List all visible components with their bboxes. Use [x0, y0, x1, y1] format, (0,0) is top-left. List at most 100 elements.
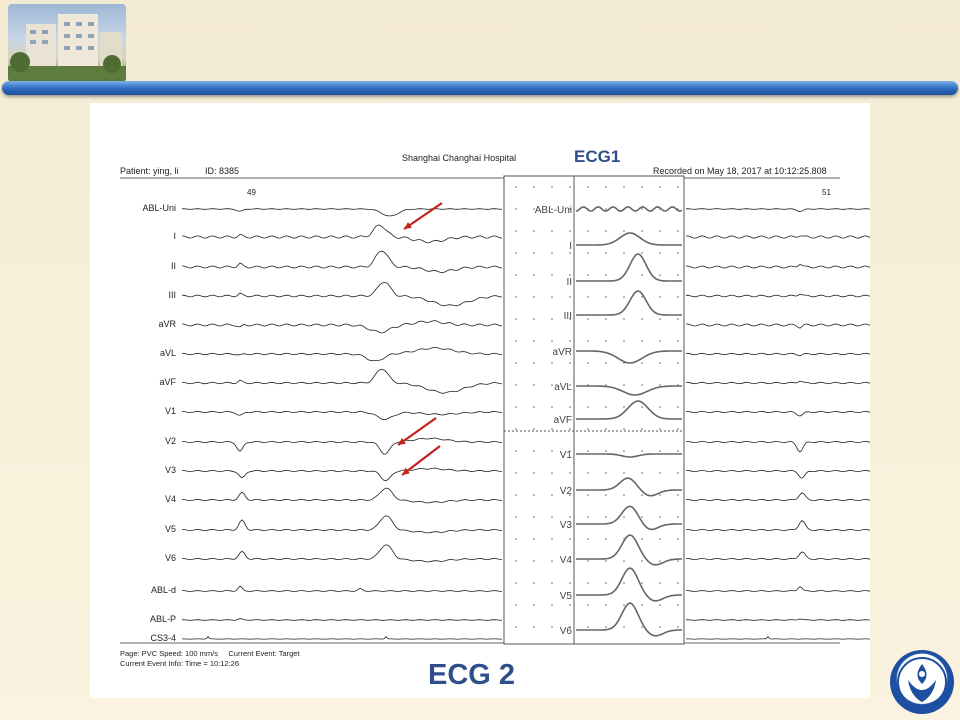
grid-dot — [515, 560, 517, 562]
inset-label-abl-uni: ABL-Uni — [535, 205, 572, 216]
ecg-panel: Patient: ying, li ID: 8385 Shanghai Chan… — [90, 103, 870, 698]
ecg-trace-right — [686, 551, 870, 561]
ecg2-title: ECG 2 — [428, 659, 516, 691]
grid-dot — [569, 604, 571, 606]
ecg-trace-main — [182, 515, 503, 534]
grid-dot — [605, 582, 607, 584]
grid-dot — [677, 186, 679, 188]
grid-dot — [533, 516, 535, 518]
grid-dot — [677, 274, 679, 276]
grid-dot — [605, 384, 607, 386]
grid-dot — [659, 230, 661, 232]
red-arrow-icon — [401, 445, 441, 476]
grid-dot — [569, 538, 571, 540]
grid-dot — [587, 274, 589, 276]
grid-dot — [605, 538, 607, 540]
ecg-trace-main — [181, 320, 503, 334]
inset-label-avf: aVF — [554, 415, 572, 426]
grid-dot — [533, 340, 535, 342]
grid-dot — [569, 428, 571, 430]
grid-dot — [533, 362, 535, 364]
grid-dot — [659, 362, 661, 364]
grid-dot — [515, 604, 517, 606]
inset-label-v6: V6 — [560, 626, 573, 637]
grid-dot — [533, 604, 535, 606]
grid-dot — [569, 362, 571, 364]
grid-dot — [551, 384, 553, 386]
grid-dot — [587, 340, 589, 342]
grid-dot — [515, 626, 517, 628]
grid-dot — [569, 406, 571, 408]
grid-dot — [677, 626, 679, 628]
ecg-trace-main — [182, 437, 503, 455]
grid-dot — [569, 230, 571, 232]
ecg-trace-right — [686, 586, 870, 592]
grid-dot — [605, 516, 607, 518]
grid-dot — [515, 362, 517, 364]
grid-dot — [659, 472, 661, 474]
grid-dot — [515, 340, 517, 342]
inset-label-v2: V2 — [560, 486, 573, 497]
grid-dot — [515, 274, 517, 276]
grid-dot — [515, 318, 517, 320]
ecg-trace-right — [685, 208, 870, 213]
grid-dot — [587, 626, 589, 628]
grid-dot — [551, 230, 553, 232]
grid-dot — [659, 340, 661, 342]
grid-dot — [623, 472, 625, 474]
grid-dot — [641, 604, 643, 606]
grid-dot — [569, 340, 571, 342]
grid-dot — [569, 296, 571, 298]
grid-dot — [659, 186, 661, 188]
ecg-trace-right — [685, 352, 870, 357]
ecg1-inset-frame — [503, 175, 685, 645]
grid-dot — [659, 296, 661, 298]
grid-dot — [587, 450, 589, 452]
grid-dot — [677, 318, 679, 320]
grid-dot — [677, 560, 679, 562]
grid-dot — [515, 494, 517, 496]
grid-dot — [587, 582, 589, 584]
grid-dot — [551, 428, 553, 430]
grid-dot — [569, 252, 571, 254]
grid-dot — [641, 208, 643, 210]
grid-dot — [659, 516, 661, 518]
grid-dot — [659, 406, 661, 408]
inset-label-iii: III — [564, 311, 572, 322]
grid-dot — [659, 274, 661, 276]
grid-dot — [533, 472, 535, 474]
grid-dot — [677, 340, 679, 342]
grid-dot — [587, 560, 589, 562]
ecg-trace-right — [685, 618, 870, 621]
grid-dot — [641, 340, 643, 342]
inset-label-v3: V3 — [560, 520, 573, 531]
ecg-tracings: ABL-UniIIIIIIaVRaVLaVFV1V2V3V4V5V6 — [120, 175, 870, 645]
grid-dot — [623, 582, 625, 584]
inset-label-avr: aVR — [553, 347, 572, 358]
ecg-trace-main — [182, 636, 502, 640]
grid-dot — [533, 318, 535, 320]
footer-event-info: Current Event Info: Time = 10:12:26 — [120, 659, 240, 668]
grid-dot — [515, 186, 517, 188]
grid-dot — [587, 538, 589, 540]
grid-dot — [641, 318, 643, 320]
footer-current-event: Current Event: Target — [228, 649, 300, 658]
grid-dot — [515, 582, 517, 584]
grid-dot — [659, 626, 661, 628]
grid-dot — [587, 318, 589, 320]
grid-dot — [587, 472, 589, 474]
grid-dot — [515, 296, 517, 298]
grid-dot — [533, 494, 535, 496]
inset-label-avl: aVL — [554, 382, 572, 393]
ecg-trace-right — [686, 440, 870, 453]
grid-dot — [605, 472, 607, 474]
grid-dot — [515, 230, 517, 232]
grid-dot — [515, 538, 517, 540]
ecg-trace-right — [686, 519, 870, 532]
grid-dot — [605, 494, 607, 496]
grid-dot — [641, 560, 643, 562]
grid-dot — [641, 406, 643, 408]
grid-dot — [623, 406, 625, 408]
grid-dot — [533, 274, 535, 276]
grid-dot — [569, 274, 571, 276]
